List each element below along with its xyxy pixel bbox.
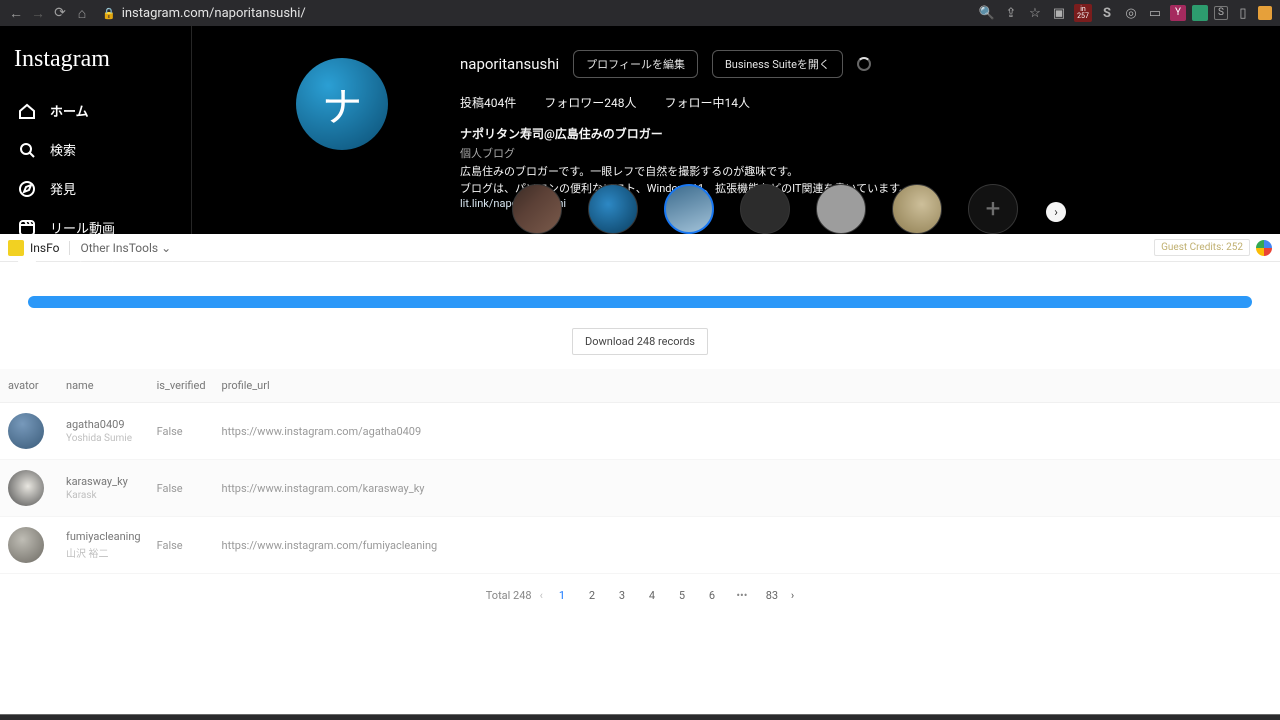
share-icon[interactable]: ⇪	[1002, 6, 1020, 21]
row-verified: False	[149, 403, 214, 460]
highlight-5[interactable]	[816, 184, 866, 234]
stat-posts: 投稿404件	[460, 94, 516, 111]
pagination-total: Total 248	[486, 589, 532, 602]
col-verified: is_verified	[149, 369, 214, 403]
page-last[interactable]: 83	[761, 584, 783, 606]
sidebar-item-home[interactable]: ホーム	[10, 91, 181, 130]
guest-credits-chip[interactable]: Guest Credits: 252	[1154, 239, 1250, 256]
row-displayname: 山沢 裕二	[66, 545, 141, 560]
sidebar-item-search[interactable]: 検索	[10, 130, 181, 169]
row-username: agatha0409	[66, 418, 141, 431]
instagram-profile-header: Instagram ホーム 検索 発見 リール動画 メッセージ ナ napori…	[0, 26, 1280, 234]
home-icon[interactable]: ⌂	[74, 5, 90, 22]
settings-spinner-icon[interactable]	[857, 57, 871, 71]
highlight-1[interactable]	[512, 184, 562, 234]
profile-display-name: ナポリタン寿司@広島住みのブロガー	[460, 125, 1240, 142]
star-icon[interactable]: ☆	[1026, 6, 1044, 21]
address-bar[interactable]: 🔒 instagram.com/naporitansushi/	[102, 6, 306, 21]
business-suite-button[interactable]: Business Suiteを開く	[712, 50, 843, 78]
page-2[interactable]: 2	[581, 584, 603, 606]
col-url: profile_url	[214, 369, 1280, 403]
sidebar-item-reels[interactable]: リール動画	[10, 208, 181, 247]
highlight-2[interactable]	[588, 184, 638, 234]
row-username: fumiyacleaning	[66, 530, 141, 543]
col-name: name	[58, 369, 149, 403]
table-row: karasway_ky Karask False https://www.inst…	[0, 460, 1280, 517]
story-highlights: + ›	[512, 184, 1018, 234]
edit-profile-button[interactable]: プロフィールを編集	[573, 50, 698, 78]
google-account-icon[interactable]	[1256, 240, 1272, 256]
highlight-6[interactable]	[892, 184, 942, 234]
followers-table: avator name is_verified profile_url agat…	[0, 369, 1280, 574]
stat-following[interactable]: フォロー中14人	[664, 94, 750, 111]
compass-icon	[18, 180, 36, 198]
ext-icon-5[interactable]: ▯	[1234, 6, 1252, 21]
page-4[interactable]: 4	[641, 584, 663, 606]
instagram-logo[interactable]: Instagram	[14, 46, 177, 73]
download-records-button[interactable]: Download 248 records	[572, 328, 708, 355]
highlight-3[interactable]	[664, 184, 714, 234]
reel-icon	[18, 219, 36, 237]
lock-icon: 🔒	[102, 7, 116, 20]
highlights-next-button[interactable]: ›	[1046, 202, 1066, 222]
sidebar-item-messages[interactable]: メッセージ	[10, 247, 181, 286]
results-area: Download 248 records avator name is_veri…	[0, 262, 1280, 606]
col-avator: avator	[0, 369, 58, 403]
page-6[interactable]: 6	[701, 584, 723, 606]
table-row: fumiyacleaning 山沢 裕二 False https://www.in…	[0, 517, 1280, 574]
ext-icon-4[interactable]	[1192, 5, 1208, 21]
row-url[interactable]: https://www.instagram.com/karasway_ky	[214, 460, 1280, 517]
ext-icon-s2[interactable]: S	[1214, 6, 1228, 20]
highlight-4[interactable]	[740, 184, 790, 234]
instagram-sidebar: Instagram ホーム 検索 発見 リール動画 メッセージ	[0, 26, 192, 234]
row-username: karasway_ky	[66, 475, 141, 488]
profile-avatar[interactable]: ナ	[296, 58, 388, 150]
browser-toolbar: ← → ⟳ ⌂ 🔒 instagram.com/naporitansushi/ …	[0, 0, 1280, 26]
search-icon	[18, 141, 36, 159]
page-prev-button[interactable]: ‹	[540, 589, 543, 602]
page-next-button[interactable]: ›	[791, 589, 794, 602]
forward-icon[interactable]: →	[30, 5, 46, 22]
profile-username: naporitansushi	[460, 55, 559, 73]
ext-icon-3[interactable]: ▭	[1146, 6, 1164, 21]
row-displayname: Yoshida Sumie	[66, 433, 141, 444]
url-text: instagram.com/naporitansushi/	[122, 6, 306, 21]
zoom-icon[interactable]: 🔍	[978, 6, 996, 21]
row-avatar-icon	[8, 527, 44, 563]
sidebar-item-explore[interactable]: 発見	[10, 169, 181, 208]
back-icon[interactable]: ←	[8, 5, 24, 22]
reload-icon[interactable]: ⟳	[52, 5, 68, 21]
ext-icon-2[interactable]: ◎	[1122, 6, 1140, 21]
taskbar-strip	[0, 714, 1280, 720]
message-icon	[18, 258, 36, 276]
page-5[interactable]: 5	[671, 584, 693, 606]
highlight-add[interactable]: +	[968, 184, 1018, 234]
row-avatar-icon	[8, 413, 44, 449]
profile-bio-line1: 広島住みのブロガーです。一眼レフで自然を撮影するのが趣味です。	[460, 164, 1240, 181]
profile-area: ナ naporitansushi プロフィールを編集 Business Suit…	[192, 26, 1280, 234]
ext-icon-1[interactable]: ▣	[1050, 6, 1068, 21]
profile-category: 個人ブログ	[460, 145, 1240, 161]
row-url[interactable]: https://www.instagram.com/agatha0409	[214, 403, 1280, 460]
row-displayname: Karask	[66, 490, 141, 501]
ext-icon-6[interactable]	[1258, 6, 1272, 20]
page-ellipsis: •••	[731, 584, 753, 606]
progress-bar	[28, 296, 1252, 308]
insfo-toolbar: InsFo Other InsTools ⌄ Guest Credits: 25…	[0, 234, 1280, 262]
table-row: agatha0409 Yoshida Sumie False https://ww…	[0, 403, 1280, 460]
row-verified: False	[149, 460, 214, 517]
page-3[interactable]: 3	[611, 584, 633, 606]
ext-icon-y[interactable]: Y	[1170, 5, 1186, 21]
insfo-ext-badge[interactable]: in257	[1074, 4, 1092, 22]
page-1[interactable]: 1	[551, 584, 573, 606]
home-icon	[18, 102, 36, 120]
row-verified: False	[149, 517, 214, 574]
ext-icon-s[interactable]: S	[1098, 6, 1116, 21]
pagination: Total 248 ‹ 1 2 3 4 5 6 ••• 83 ›	[0, 584, 1280, 606]
row-url[interactable]: https://www.instagram.com/fumiyacleaning	[214, 517, 1280, 574]
row-avatar-icon	[8, 470, 44, 506]
stat-followers[interactable]: フォロワー248人	[544, 94, 636, 111]
